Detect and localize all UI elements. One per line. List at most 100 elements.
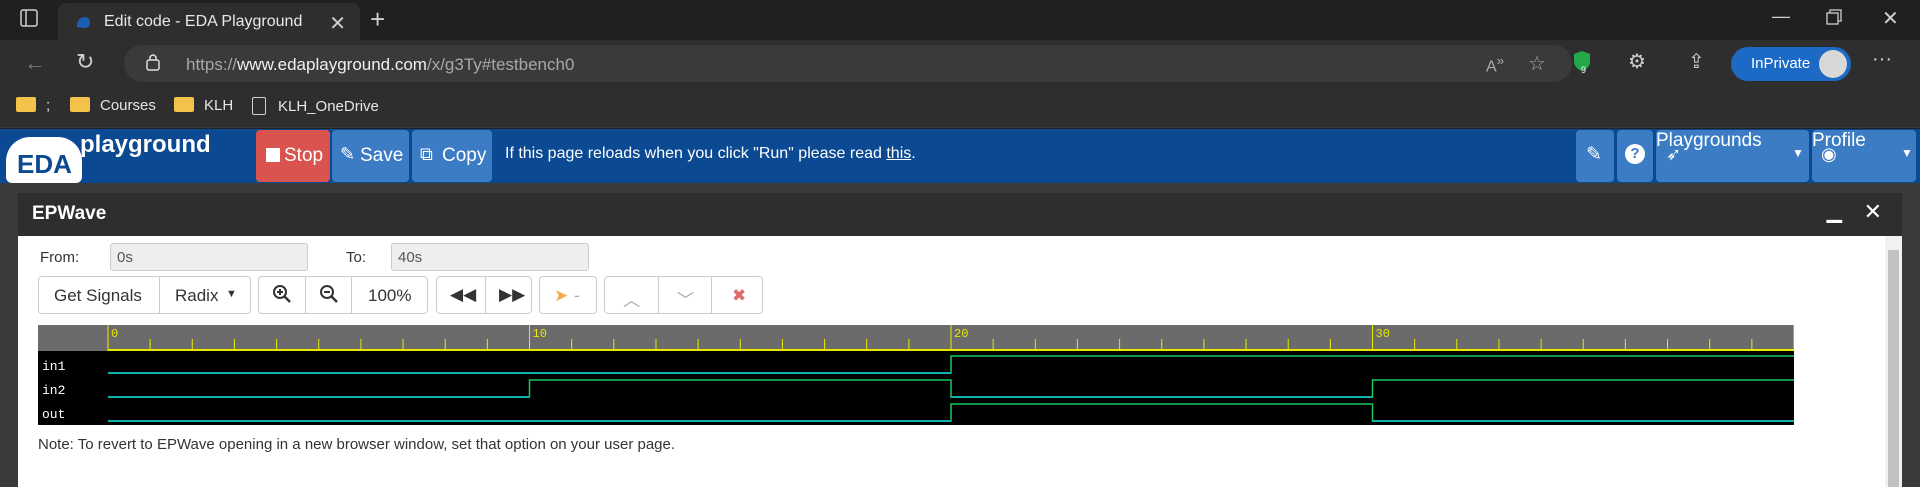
close-icon[interactable]: ✕: [1864, 199, 1882, 225]
tab-title: Edit code - EDA Playground: [104, 13, 303, 30]
zoom-in-icon: [272, 284, 292, 309]
inprivate-label: InPrivate: [1751, 55, 1811, 72]
help-button[interactable]: ?: [1617, 130, 1653, 182]
new-tab-icon[interactable]: +: [370, 4, 385, 35]
fast-backward-icon: ◀◀: [450, 285, 477, 304]
chevron-up-icon: ︿: [623, 291, 640, 310]
close-tab-icon[interactable]: ✕: [329, 11, 346, 36]
get-signals-button[interactable]: Get Signals: [39, 277, 159, 313]
times-icon: ✖: [732, 286, 747, 305]
move-up-button[interactable]: ︿: [605, 277, 658, 313]
waveform-in1: [108, 355, 1794, 374]
rocket-icon: ➶: [1666, 144, 1682, 164]
folder-icon: [70, 97, 90, 112]
browser-tab-bar: Edit code - EDA Playground ✕ + — ✕: [0, 0, 1920, 40]
bookmark-folder-klh[interactable]: KLH: [174, 97, 233, 114]
timeline-tick-label: 30: [1376, 327, 1390, 341]
svg-text:9: 9: [1581, 65, 1586, 74]
caret-down-icon: ▼: [1901, 146, 1913, 160]
notice-link[interactable]: this: [886, 145, 911, 162]
extensions-puzzle-icon[interactable]: ⚙: [1628, 49, 1646, 74]
url-text: https://www.edaplayground.com/x/g3Ty#tes…: [186, 55, 575, 74]
read-aloud-icon[interactable]: A»: [1486, 53, 1504, 76]
epwave-title: EPWave: [32, 203, 107, 224]
eda-header: EDA playground Stop ✎ Save ⧉ Copy If thi…: [0, 129, 1920, 183]
to-label: To:: [346, 249, 367, 266]
browser-tab-active[interactable]: Edit code - EDA Playground ✕: [58, 3, 360, 40]
page-icon: [252, 97, 266, 115]
radix-dropdown[interactable]: Radix ▼: [159, 277, 251, 313]
stop-button[interactable]: Stop: [256, 130, 330, 182]
timeline-tick-label: 20: [954, 327, 968, 341]
reload-notice: If this page reloads when you click "Run…: [505, 145, 916, 162]
copy-icon: ⧉: [420, 144, 433, 164]
tab-actions-icon[interactable]: [20, 9, 38, 32]
caret-down-icon: ▼: [1792, 146, 1804, 160]
close-window-icon[interactable]: ✕: [1882, 6, 1899, 31]
waveform-in2: [108, 379, 1794, 398]
help-icon: ?: [1625, 144, 1645, 164]
cursor-display[interactable]: ➤ -: [539, 276, 597, 314]
waveform-viewer[interactable]: 0 10 20 30 in1 in2 out: [38, 325, 1795, 425]
bookmark-folder-semicolon[interactable]: ;: [16, 97, 50, 114]
zoom-in-button[interactable]: [259, 277, 305, 313]
zoom-out-button[interactable]: [305, 277, 351, 313]
more-options-icon[interactable]: ···: [1872, 48, 1892, 71]
stop-icon: [266, 148, 280, 162]
waveform-svg: 0 10 20 30 in1 in2 out: [38, 325, 1795, 422]
bookmark-folder-courses[interactable]: Courses: [70, 97, 156, 114]
fast-forward-icon: ▶▶: [499, 285, 526, 304]
vertical-scrollbar[interactable]: [1885, 236, 1902, 487]
edit-button[interactable]: ✎: [1576, 130, 1614, 182]
timeline-tick-label: 10: [533, 327, 547, 341]
move-down-button[interactable]: ﹀: [658, 277, 711, 313]
avatar: [1819, 50, 1847, 78]
epwave-titlebar: EPWave ▁ ✕: [18, 193, 1902, 236]
back-icon[interactable]: ←: [24, 50, 46, 76]
restore-window-icon[interactable]: [1826, 9, 1842, 30]
from-label: From:: [40, 249, 80, 266]
from-input[interactable]: [110, 243, 308, 271]
pencil-icon: ✎: [340, 144, 356, 164]
lock-icon[interactable]: [146, 53, 160, 71]
jump-start-button[interactable]: ◀◀: [437, 277, 485, 313]
signal-name-out: out: [42, 407, 65, 422]
signal-name-in2: in2: [42, 383, 65, 398]
epwave-note: Note: To revert to EPWave opening in a n…: [38, 436, 676, 453]
waveform-out: [108, 403, 1794, 422]
timeline-ruler: [38, 325, 1794, 351]
zoom-level-display: 100%: [351, 277, 429, 313]
save-button[interactable]: ✎ Save: [332, 130, 409, 182]
zoom-group: 100%: [258, 276, 428, 314]
bookmark-klh-onedrive[interactable]: KLH_OneDrive: [252, 97, 379, 115]
signals-radix-group: Get Signals Radix ▼: [38, 276, 251, 314]
eda-logo[interactable]: EDA: [6, 137, 82, 183]
to-input[interactable]: [391, 243, 589, 271]
shield-extension-icon[interactable]: 9: [1572, 50, 1594, 79]
bookmarks-bar: ; Courses KLH KLH_OneDrive: [0, 88, 1920, 128]
navigate-group: ◀◀ ▶▶: [436, 276, 532, 314]
eda-favicon-icon: [74, 13, 92, 31]
remove-signal-button[interactable]: ✖: [711, 277, 764, 313]
chevron-down-icon: ﹀: [677, 291, 694, 310]
scrollbar-thumb[interactable]: [1888, 250, 1899, 487]
favorite-star-icon[interactable]: ☆: [1528, 51, 1546, 76]
minimize-icon[interactable]: ▁: [1827, 199, 1842, 224]
epwave-window: EPWave ▁ ✕ From: To: Get Signals Radix▼ …: [18, 193, 1902, 487]
inprivate-button[interactable]: InPrivate: [1731, 47, 1851, 81]
jump-end-button[interactable]: ▶▶: [485, 277, 533, 313]
browser-toolbar: ← ↻ https://www.edaplayground.com/x/g3Ty…: [0, 40, 1920, 88]
playground-logo-text: playground: [80, 131, 211, 158]
copy-button[interactable]: ⧉ Copy: [412, 130, 492, 182]
profile-dropdown[interactable]: ◉ Profile ▼: [1812, 130, 1916, 182]
edit-square-icon: ✎: [1586, 144, 1602, 165]
refresh-icon[interactable]: ↻: [76, 49, 94, 75]
cursor-arrow-icon: ➤: [554, 286, 569, 305]
minimize-window-icon[interactable]: —: [1772, 6, 1790, 27]
signal-order-group: ︿ ﹀ ✖: [604, 276, 763, 314]
timeline-tick-label: 0: [111, 327, 118, 341]
caret-down-icon: ▼: [226, 288, 237, 300]
address-bar[interactable]: https://www.edaplayground.com/x/g3Ty#tes…: [124, 45, 1572, 82]
playgrounds-dropdown[interactable]: ➶ Playgrounds ▼: [1656, 130, 1809, 182]
share-icon[interactable]: ⇪: [1688, 49, 1705, 74]
